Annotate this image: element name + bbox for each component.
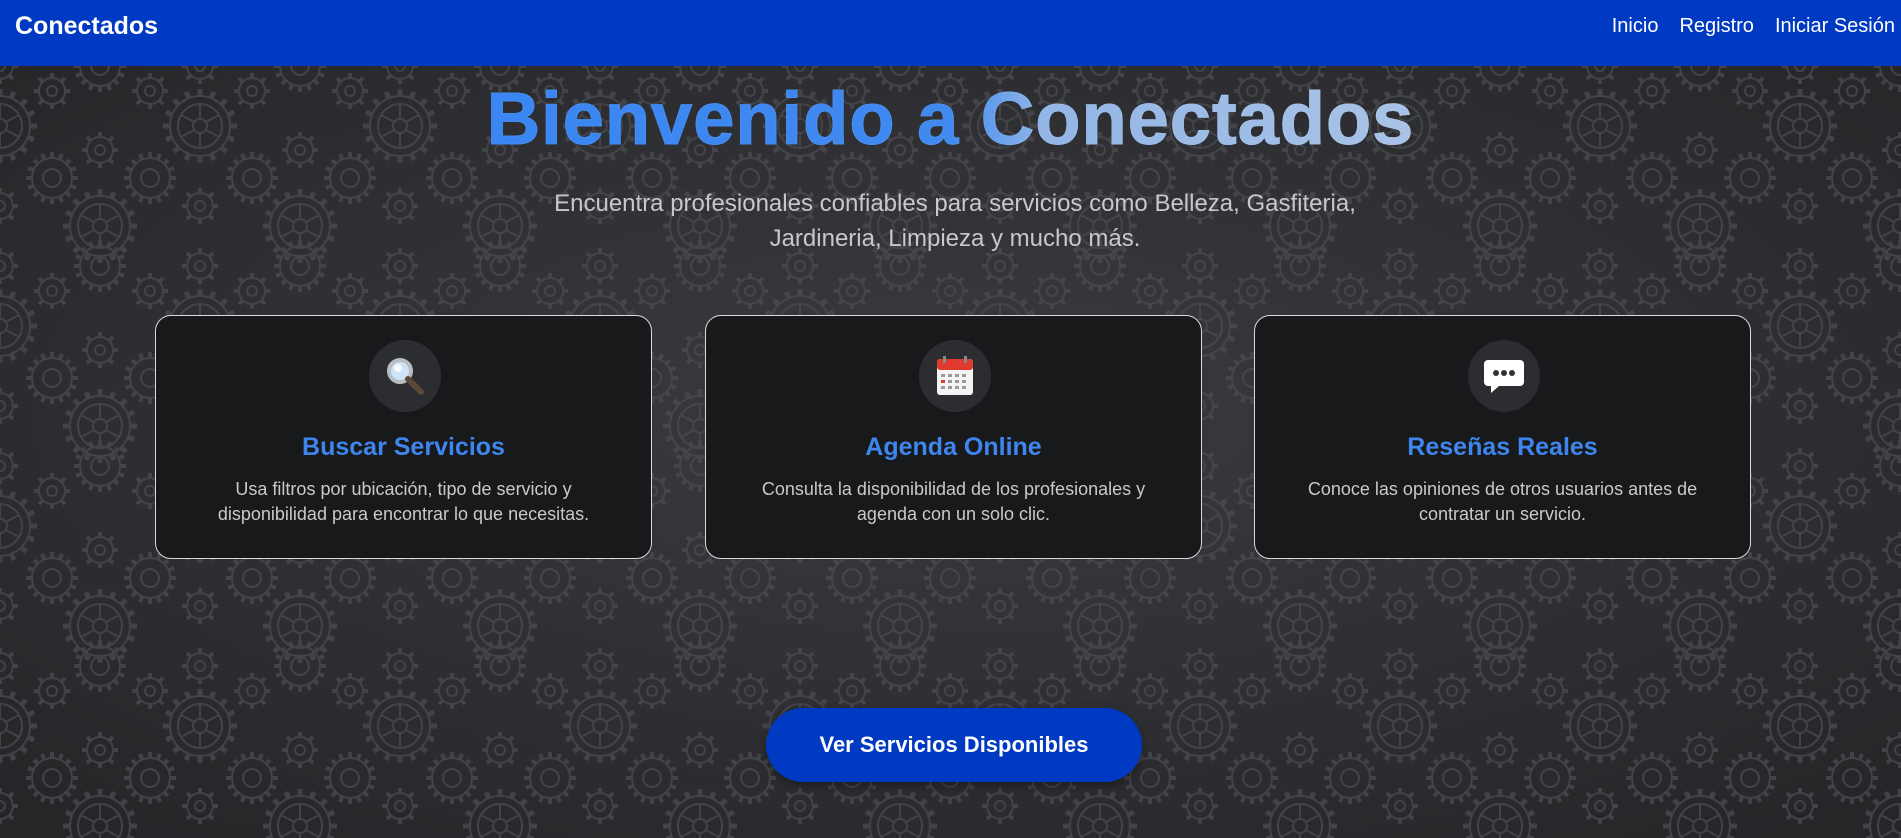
feature-card-buscar: Buscar Servicios Usa filtros por ubicaci… [155, 315, 652, 559]
nav-link-registro[interactable]: Registro [1679, 15, 1753, 38]
calendar-icon [937, 356, 973, 395]
feature-card-resenas: Reseñas Reales Conoce las opiniones de o… [1254, 315, 1751, 559]
magnifying-glass-icon [387, 358, 424, 395]
hero-title: Bienvenido a Conectados [0, 76, 1901, 161]
speech-bubble-icon [1484, 360, 1524, 393]
hero-title-text: Bienvenido a Conectados [486, 77, 1415, 161]
nav-links: Inicio Registro Iniciar Sesión [1612, 15, 1895, 38]
feature-icon-wrap [1468, 340, 1540, 412]
nav-link-iniciar-sesion[interactable]: Iniciar Sesión [1775, 15, 1895, 38]
nav-link-inicio[interactable]: Inicio [1612, 15, 1659, 38]
feature-description: Usa filtros por ubicación, tipo de servi… [217, 479, 590, 524]
feature-icon-wrap [369, 340, 441, 412]
feature-card-agenda: Agenda Online Consulta la disponibilidad… [705, 315, 1202, 559]
feature-icon-wrap [919, 340, 991, 412]
feature-title: Reseñas Reales [1407, 433, 1598, 461]
feature-description: Conoce las opiniones de otros usuarios a… [1307, 479, 1698, 524]
top-navbar: Conectados Inicio Registro Iniciar Sesió… [0, 0, 1901, 66]
feature-description: Consulta la disponibilidad de los profes… [761, 479, 1146, 524]
feature-title: Agenda Online [865, 433, 1042, 461]
brand-logo-link[interactable]: Conectados [15, 12, 158, 41]
hero-subtitle: Encuentra profesionales confiables para … [554, 190, 1356, 252]
feature-title: Buscar Servicios [302, 433, 505, 461]
ver-servicios-button[interactable]: Ver Servicios Disponibles [766, 708, 1142, 782]
